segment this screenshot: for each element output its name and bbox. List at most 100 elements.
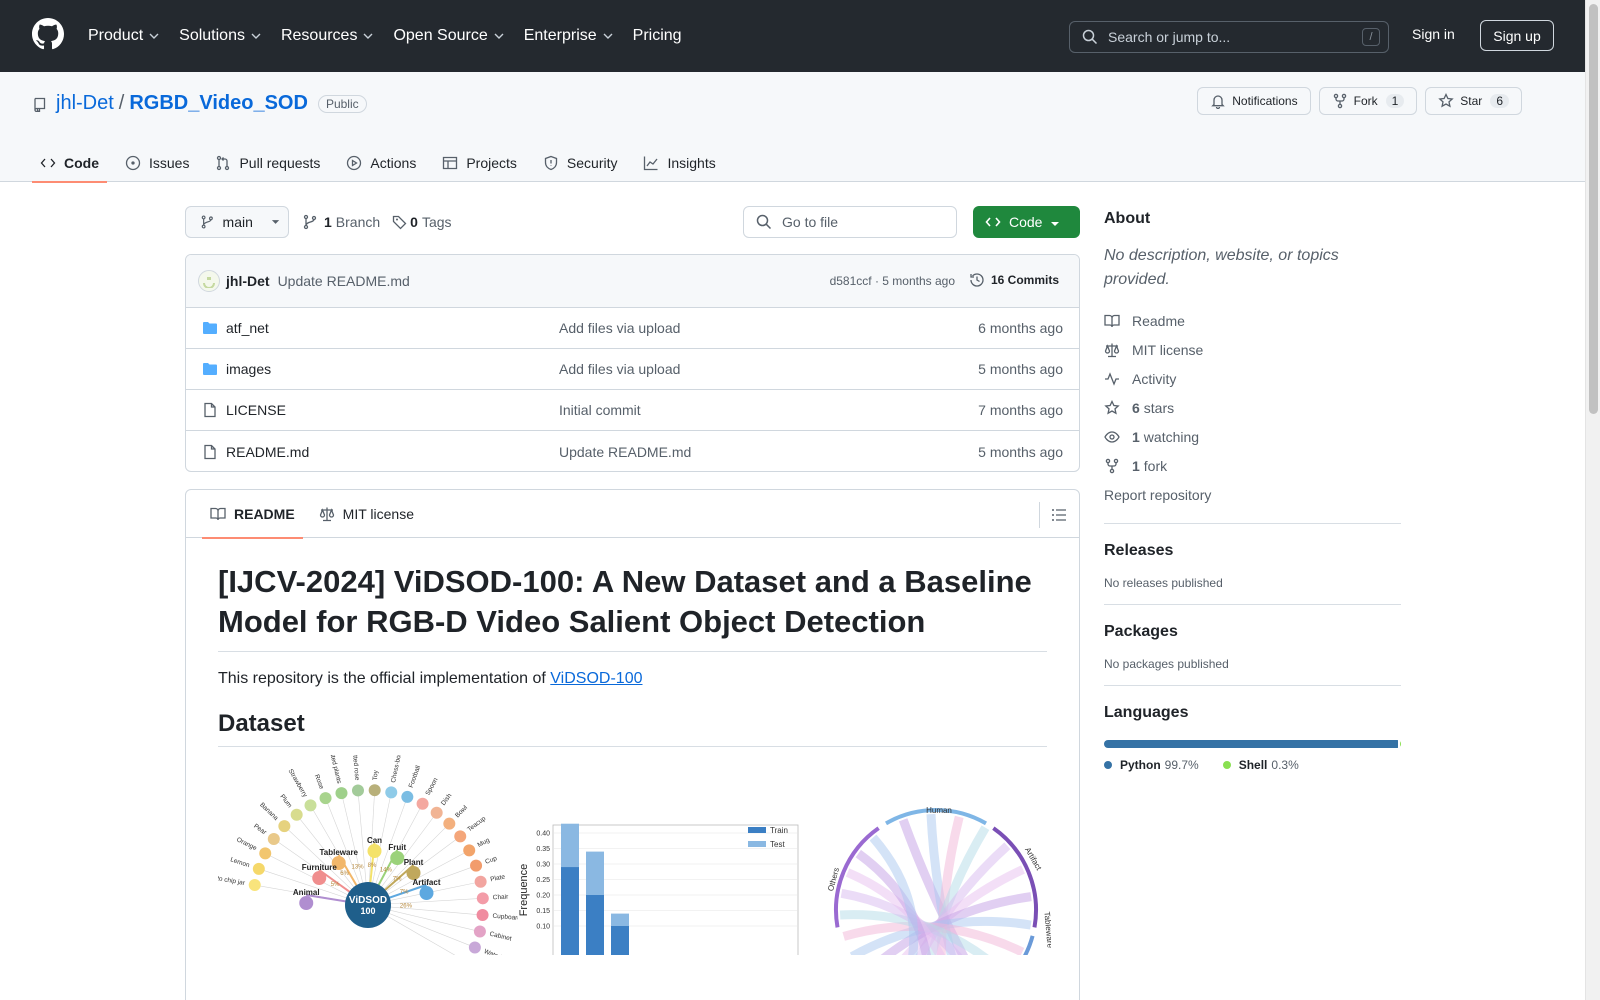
avatar[interactable] <box>198 270 220 292</box>
sidebar-item-stars[interactable]: 6 stars <box>1104 393 1401 422</box>
language-bar-segment <box>1400 740 1401 748</box>
outline-button[interactable] <box>1039 502 1067 528</box>
sidebar-item-readme[interactable]: Readme <box>1104 306 1401 335</box>
search-input[interactable]: Search or jump to... / <box>1069 21 1389 53</box>
chevron-down-icon <box>603 33 613 39</box>
sidebar-item-label: fork <box>1143 457 1168 474</box>
scrollbar-thumb[interactable] <box>1589 4 1598 414</box>
nav-product[interactable]: Product <box>88 27 159 45</box>
file-name[interactable]: atf_net <box>226 320 559 336</box>
file-commit-message[interactable]: Update README.md <box>559 444 691 460</box>
packages-heading[interactable]: Packages <box>1104 623 1401 641</box>
nav-solutions[interactable]: Solutions <box>179 27 261 45</box>
commit-meta[interactable]: d581ccf · 5 months ago <box>830 274 955 288</box>
tag-icon <box>393 215 407 230</box>
commit-message[interactable]: Update README.md <box>278 273 410 289</box>
tab-license[interactable]: MIT license <box>311 490 422 538</box>
tags-link[interactable]: 0 Tags <box>392 214 452 230</box>
table-row[interactable]: README.md Update README.md 5 months ago <box>186 431 1079 471</box>
scale-icon <box>319 507 334 521</box>
file-commit-message[interactable]: Add files via upload <box>559 320 680 336</box>
visibility-badge: Public <box>317 94 367 113</box>
star-button[interactable]: Star 6 <box>1425 87 1522 115</box>
file-name[interactable]: images <box>226 361 559 377</box>
file-commit-time: 5 months ago <box>978 443 1063 460</box>
branches-link[interactable]: 1 Branch <box>302 214 380 230</box>
sidebar-item-count: 6 <box>1132 399 1140 416</box>
commits-count: 16 Commits <box>990 273 1059 287</box>
wheel-item-label: Bowl <box>454 804 469 819</box>
wheel-item-dot <box>468 941 481 954</box>
go-to-file-input[interactable]: Go to file <box>743 206 957 238</box>
sidebar-item-activity[interactable]: Activity <box>1104 364 1401 393</box>
commits-link[interactable]: 16 Commits <box>969 272 1059 288</box>
file-name[interactable]: README.md <box>226 444 559 460</box>
commit-author[interactable]: jhl-Det <box>226 273 270 289</box>
repo-name-link[interactable]: RGBD_Video_SOD <box>129 92 308 115</box>
sign-up-button[interactable]: Sign up <box>1480 20 1554 51</box>
chart-ytick-label: 0.10 <box>536 923 550 930</box>
tab-code[interactable]: Code <box>32 144 107 183</box>
page-scrollbar[interactable] <box>1585 0 1600 1000</box>
wheel-percent-label: 26% <box>400 903 413 909</box>
frequency-bar-chart: 0.40 0.35 0.30 0.25 0.20 0.15 0.10 Frequence Tra… <box>518 823 799 955</box>
file-icon <box>204 402 216 418</box>
file-name[interactable]: LICENSE <box>226 402 559 418</box>
wheel-item-dot <box>385 785 398 798</box>
tab-pull-requests[interactable]: Pull requests <box>207 144 328 182</box>
wheel-group-dot <box>390 850 405 865</box>
wheel-group-dot <box>419 885 434 900</box>
file-commit-message[interactable]: Add files via upload <box>559 361 680 377</box>
tab-security[interactable]: Security <box>535 144 626 182</box>
nav-resources[interactable]: Resources <box>281 27 373 45</box>
fork-icon <box>1333 93 1346 109</box>
repo-owner-link[interactable]: jhl-Det <box>56 92 114 115</box>
wheel-item-label: Strawberry <box>287 767 309 798</box>
vidsod-link[interactable]: ViDSOD-100 <box>550 670 642 687</box>
tab-license-label: MIT license <box>342 505 414 522</box>
wheel-item-label: Lemon <box>229 856 250 869</box>
code-icon <box>985 217 1001 227</box>
tab-actions[interactable]: Actions <box>338 144 424 182</box>
tab-projects[interactable]: Projects <box>434 144 525 182</box>
latest-commit-row: jhl-Det Update README.md d581ccf · 5 mon… <box>186 255 1079 308</box>
chart-legend-label: Train <box>770 826 788 835</box>
github-logo-icon[interactable] <box>32 18 64 50</box>
wheel-item-label: Mug <box>476 836 491 848</box>
wheel-group-dot <box>367 843 382 858</box>
language-shell[interactable]: Shell 0.3% <box>1222 758 1299 772</box>
tab-label: Projects <box>466 155 517 171</box>
wheel-item-dot <box>474 875 487 888</box>
tab-insights[interactable]: Insights <box>635 144 723 182</box>
fork-button[interactable]: Fork 1 <box>1318 87 1418 115</box>
sign-in-link[interactable]: Sign in <box>1412 26 1455 42</box>
sidebar-item-fork[interactable]: 1 fork <box>1104 451 1401 480</box>
language-python[interactable]: Python 99.7% <box>1104 758 1199 772</box>
code-button-label: Code <box>1009 214 1043 230</box>
nav-enterprise[interactable]: Enterprise <box>524 27 613 45</box>
tab-readme[interactable]: README <box>202 490 303 539</box>
report-repository-link[interactable]: Report repository <box>1104 480 1401 509</box>
tab-label: Pull requests <box>239 155 321 171</box>
language-percent: 99.7% <box>1164 758 1199 772</box>
tab-label: Actions <box>370 155 417 171</box>
section-dataset-heading: Dataset <box>218 710 1047 747</box>
language-color-dot <box>1104 761 1112 769</box>
table-row[interactable]: LICENSE Initial commit 7 months ago <box>186 390 1079 431</box>
code-dropdown-button[interactable]: Code <box>973 206 1080 238</box>
scale-icon <box>1104 343 1120 357</box>
notifications-button[interactable]: Notifications <box>1197 87 1311 115</box>
releases-heading[interactable]: Releases <box>1104 542 1401 560</box>
table-row[interactable]: atf_net Add files via upload 6 months ago <box>186 308 1079 349</box>
nav-pricing[interactable]: Pricing <box>633 27 682 45</box>
tab-issues[interactable]: Issues <box>117 144 197 182</box>
branch-meta: 1 Branch 0 Tags <box>302 214 464 230</box>
wheel-item-dot <box>463 844 476 857</box>
readme-title: [IJCV-2024] ViDSOD-100: A New Dataset an… <box>218 562 1047 652</box>
nav-open-source[interactable]: Open Source <box>393 27 504 45</box>
sidebar-item-watching[interactable]: 1 watching <box>1104 422 1401 451</box>
branch-selector[interactable]: main <box>185 206 289 238</box>
sidebar-item-mit-license[interactable]: MIT license <box>1104 335 1401 364</box>
table-row[interactable]: images Add files via upload 5 months ago <box>186 349 1079 390</box>
file-commit-message[interactable]: Initial commit <box>559 402 641 418</box>
